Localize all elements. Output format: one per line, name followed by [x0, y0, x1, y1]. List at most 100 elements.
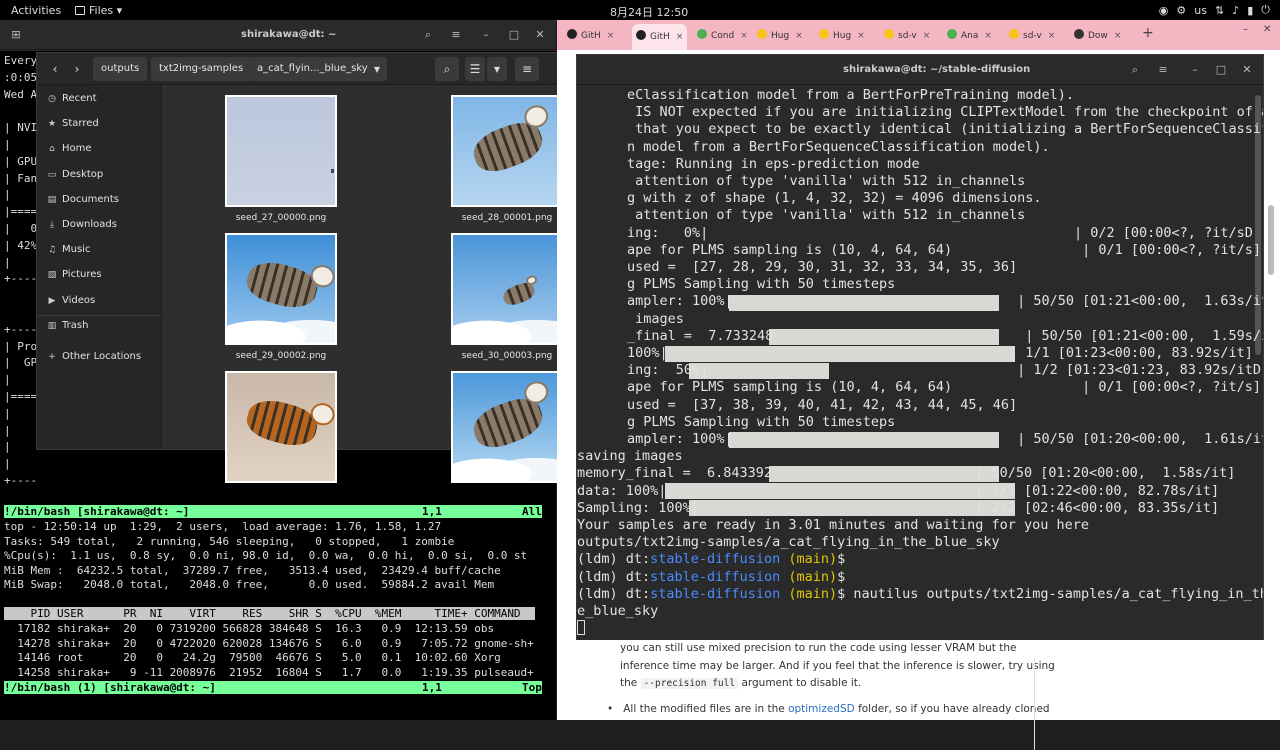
sidebar-item-pictures[interactable]: ▧ Pictures	[47, 267, 102, 283]
right-terminal-window[interactable]: shirakawa@dt: ~/stable-diffusion ⌕ ≡ – □…	[576, 54, 1264, 640]
terminal-line: |	[4, 457, 11, 471]
sidebar-item-other-locations[interactable]: + Other Locations	[47, 349, 141, 365]
power-icon[interactable]: ⏻	[1261, 3, 1270, 17]
files-app-menu[interactable]: Files ▾	[75, 4, 122, 17]
close-icon[interactable]: ×	[740, 31, 748, 41]
sidebar-item-desktop[interactable]: ▭ Desktop	[47, 167, 104, 183]
sidebar-item-recent[interactable]: ◷ Recent	[47, 91, 97, 107]
chevron-down-icon[interactable]: ▾	[365, 57, 389, 81]
file-thumbnail[interactable]	[225, 95, 337, 207]
sidebar-item-home[interactable]: ⌂ Home	[47, 141, 92, 157]
process-row[interactable]: 14146 root 20 0 24.2g 79500 46676 S 5.0 …	[4, 652, 500, 664]
process-row[interactable]: 14278 shiraka+ 20 0 4722020 620028 13467…	[4, 637, 534, 650]
close-icon[interactable]: ×	[923, 31, 931, 41]
sidebar-item-starred[interactable]: ★ Starred	[47, 116, 99, 132]
close-icon[interactable]: ×	[857, 31, 865, 41]
sidebar-item-trash[interactable]: ▥ Trash	[47, 318, 89, 334]
left-terminal-titlebar[interactable]: ⊞ shirakawa@dt: ~ ⌕ ≡ – □ ✕	[0, 20, 556, 50]
search-icon[interactable]: ⌕	[435, 57, 459, 81]
right-terminal-titlebar[interactable]: shirakawa@dt: ~/stable-diffusion ⌕ ≡ – □…	[577, 55, 1263, 85]
battery-icon[interactable]: ▮	[1247, 4, 1253, 17]
browser-tab-strip[interactable]: + – ✕ GitH × GitH × Cond × Hug × Hug × sd-v × Ana × sd…	[557, 20, 1280, 50]
music-icon: ♫	[47, 245, 57, 256]
menu-icon[interactable]: ≡	[1153, 60, 1173, 80]
settings-icon[interactable]: ⚙	[1176, 4, 1186, 17]
file-thumbnail[interactable]	[451, 233, 563, 345]
maximize-icon[interactable]: □	[1211, 60, 1231, 80]
browser-tab[interactable]: sd-v ×	[884, 26, 930, 46]
favicon-icon	[636, 30, 646, 40]
file-thumbnail[interactable]	[225, 371, 337, 483]
file-name-label: seed_29_00002.png	[235, 351, 327, 361]
sidebar-item-documents[interactable]: ▤ Documents	[47, 192, 119, 208]
sidebar-item-label: Home	[62, 143, 92, 155]
browser-tab[interactable]: sd-v ×	[1009, 26, 1055, 46]
process-row[interactable]: 14258 shiraka+ 9 -11 2008976 21952 16804…	[4, 666, 534, 679]
browser-tab[interactable]: Ana ×	[947, 26, 992, 46]
file-manager-headerbar[interactable]: ‹ › outputs txt2img-samples a_cat_flyin.…	[37, 53, 625, 85]
file-manager-window[interactable]: ‹ › outputs txt2img-samples a_cat_flyin.…	[36, 52, 626, 483]
file-thumbnail[interactable]	[451, 371, 563, 483]
doc-bullet-post: folder, so if you have already cloned	[858, 703, 1050, 715]
minimize-icon[interactable]: –	[476, 25, 496, 45]
page-scrollbar[interactable]	[1268, 205, 1274, 275]
close-icon[interactable]: ×	[795, 31, 803, 41]
sidebar-item-music[interactable]: ♫ Music	[47, 242, 91, 258]
cursor-line[interactable]	[577, 620, 585, 637]
close-icon[interactable]: ×	[1114, 31, 1122, 41]
new-tab-icon[interactable]: ⊞	[6, 25, 26, 45]
optimizedsd-link[interactable]: optimizedSD	[788, 703, 855, 715]
cat-image	[468, 378, 552, 454]
close-icon[interactable]: ×	[984, 31, 992, 41]
activities-button[interactable]: Activities	[11, 4, 61, 17]
sidebar-item-videos[interactable]: ▶ Videos	[47, 293, 96, 309]
breadcrumb-outputs[interactable]: outputs	[93, 57, 148, 81]
view-options-icon[interactable]: ▾	[487, 57, 507, 81]
maximize-icon[interactable]: □	[504, 25, 524, 45]
sidebar-divider	[37, 315, 161, 316]
close-icon[interactable]: ×	[607, 31, 615, 41]
keyboard-layout[interactable]: us	[1194, 4, 1207, 17]
browser-tab[interactable]: GitH ×	[632, 24, 688, 50]
view-list-icon[interactable]: ☰	[465, 57, 485, 81]
close-icon[interactable]: ×	[1048, 31, 1056, 41]
file-icon-grid[interactable]: seed_27_00000.png seed_28_00001.png seed_2…	[163, 85, 625, 483]
prompt-part: stable-diffusion	[650, 551, 781, 568]
places-sidebar[interactable]: ◷ Recent ★ Starred ⌂ Home ▭ Desktop ▤ Documents ⤓ D…	[37, 85, 162, 449]
process-row[interactable]: 17182 shiraka+ 20 0 7319200 566828 38464…	[4, 623, 494, 635]
browser-tab[interactable]: Dow ×	[1074, 26, 1121, 46]
search-icon[interactable]: ⌕	[418, 25, 438, 45]
back-icon[interactable]: ‹	[43, 57, 67, 81]
terminal-line: +----	[4, 474, 38, 487]
chrome-icon[interactable]: ◉	[1159, 4, 1169, 17]
file-thumbnail[interactable]	[451, 95, 563, 207]
forward-icon[interactable]: ›	[65, 57, 89, 81]
browser-tab[interactable]: Hug ×	[757, 26, 803, 46]
terminal-line: |	[4, 440, 11, 454]
file-thumbnail[interactable]	[225, 233, 337, 345]
browser-tab[interactable]: Hug ×	[819, 26, 865, 46]
browser-tab-label: sd-v	[898, 31, 917, 41]
minimize-icon[interactable]: –	[1243, 24, 1248, 35]
menu-icon[interactable]: ≡	[515, 57, 539, 81]
minimize-icon[interactable]: –	[1185, 60, 1205, 80]
terminal-line: ing: 0%| | 0/2 [00:00<?, ?it/sD	[627, 224, 1253, 241]
right-terminal-body[interactable]: eClassification model from a BertForPreT…	[577, 85, 1263, 640]
sidebar-item-downloads[interactable]: ⤓ Downloads	[47, 217, 117, 233]
search-icon[interactable]: ⌕	[1125, 60, 1145, 80]
menu-icon[interactable]: ≡	[446, 25, 466, 45]
system-tray[interactable]: ◉ ⚙ us ⇅ ♪ ▮ ⏻	[1159, 3, 1270, 17]
volume-icon[interactable]: ♪	[1232, 4, 1239, 17]
vim-status-bottom-left: !/bin/bash (1) [shirakawa@dt: ~]	[4, 681, 216, 694]
network-icon[interactable]: ⇅	[1215, 4, 1224, 17]
browser-tab[interactable]: Cond ×	[697, 26, 748, 46]
close-icon[interactable]: ✕	[1237, 60, 1257, 80]
close-icon[interactable]: ✕	[1263, 24, 1271, 35]
breadcrumb-txt2img-samples[interactable]: txt2img-samples	[151, 57, 252, 81]
close-icon[interactable]: ×	[676, 32, 684, 42]
terminal-line: that you expect to be exactly identical …	[627, 121, 1263, 138]
browser-tab[interactable]: GitH ×	[567, 26, 614, 46]
clock[interactable]: 8月24日 12:50	[610, 4, 688, 20]
close-icon[interactable]: ✕	[530, 25, 550, 45]
new-tab-button[interactable]: +	[1142, 25, 1154, 41]
